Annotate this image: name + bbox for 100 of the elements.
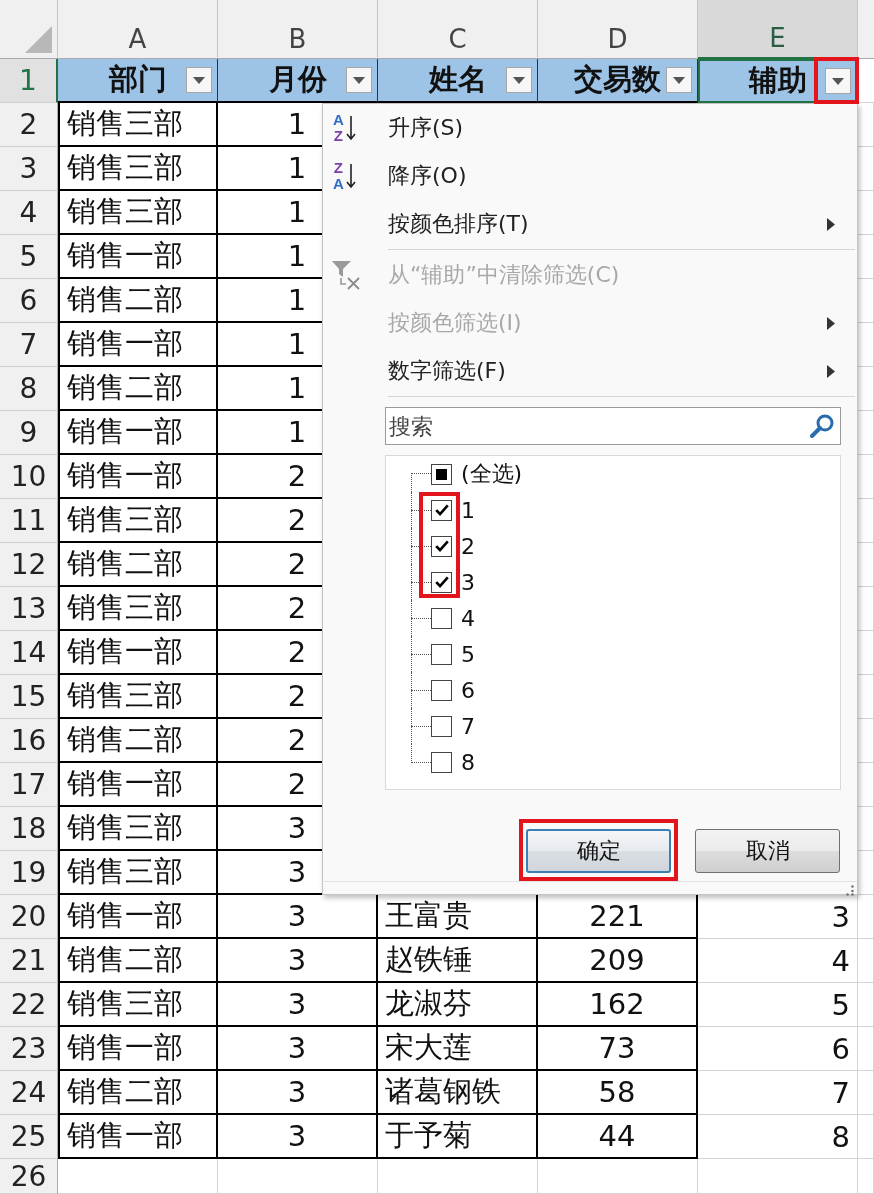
table-cell: 6 xyxy=(698,1027,858,1071)
row-header[interactable]: 21 xyxy=(0,939,58,983)
checkbox-label[interactable]: 7 xyxy=(461,713,475,739)
table-cell: 销售一部 xyxy=(58,763,218,807)
row-header[interactable]: 10 xyxy=(0,455,58,499)
checkbox-label[interactable]: (全选) xyxy=(461,459,523,489)
row-header[interactable]: 4 xyxy=(0,191,58,235)
row-header[interactable]: 13 xyxy=(0,587,58,631)
row-header[interactable]: 7 xyxy=(0,323,58,367)
table-cell: 7 xyxy=(698,1071,858,1115)
table-cell xyxy=(858,983,874,1027)
header-text: 姓名 xyxy=(428,61,487,98)
header-cell[interactable]: 辅助 xyxy=(698,59,858,103)
table-cell: 209 xyxy=(538,939,698,983)
table-cell: 销售一部 xyxy=(58,235,218,279)
row-header[interactable]: 15 xyxy=(0,675,58,719)
row-header[interactable]: 8 xyxy=(0,367,58,411)
row-header[interactable]: 19 xyxy=(0,851,58,895)
table-cell: 龙淑芬 xyxy=(378,983,538,1027)
row-header[interactable]: 11 xyxy=(0,499,58,543)
filled-square-icon xyxy=(436,468,447,480)
row-header[interactable]: 1 xyxy=(0,59,58,103)
filter-dropdown-button[interactable] xyxy=(186,67,212,93)
row-header[interactable]: 24 xyxy=(0,1071,58,1115)
checkbox[interactable] xyxy=(431,535,452,557)
table-cell: 162 xyxy=(538,983,698,1027)
checkbox[interactable] xyxy=(431,607,452,629)
header-cell[interactable]: 姓名 xyxy=(378,59,538,103)
table-cell: 销售二部 xyxy=(58,543,218,587)
caret-down-icon xyxy=(193,76,205,84)
checkbox[interactable] xyxy=(431,715,452,737)
search-field[interactable]: 搜索 xyxy=(385,407,841,445)
table-cell: 销售三部 xyxy=(58,675,218,719)
row-header[interactable]: 26 xyxy=(0,1159,58,1194)
filter-dropdown-button[interactable] xyxy=(346,67,372,93)
header-text: 月份 xyxy=(268,61,327,98)
table-cell xyxy=(858,1159,874,1194)
table-cell: 赵铁锤 xyxy=(378,939,538,983)
row-header[interactable]: 23 xyxy=(0,1027,58,1071)
checkbox[interactable] xyxy=(431,643,452,665)
checkbox[interactable] xyxy=(431,499,452,521)
filter-dropdown-button[interactable] xyxy=(825,68,851,94)
row-header[interactable]: 6 xyxy=(0,279,58,323)
filter-dropdown-button[interactable] xyxy=(506,67,532,93)
row-header[interactable]: 17 xyxy=(0,763,58,807)
column-header[interactable]: E xyxy=(698,0,858,59)
dialog-button[interactable]: 确定 xyxy=(526,829,671,873)
table-cell: 销售三部 xyxy=(58,103,218,147)
checkbox[interactable] xyxy=(431,463,452,485)
checkbox-label[interactable]: 5 xyxy=(461,641,475,667)
row-header[interactable]: 3 xyxy=(0,147,58,191)
row-header[interactable]: 20 xyxy=(0,895,58,939)
dialog-button[interactable]: 取消 xyxy=(695,829,840,873)
checkbox-label[interactable]: 4 xyxy=(461,605,475,631)
checkmark-icon xyxy=(434,504,449,516)
filter-dropdown-button[interactable] xyxy=(666,67,692,93)
table-cell: 销售一部 xyxy=(58,1115,218,1159)
column-header[interactable]: A xyxy=(58,0,218,59)
table-cell: 销售一部 xyxy=(58,323,218,367)
checkmark-icon xyxy=(434,540,449,552)
row-header[interactable]: 9 xyxy=(0,411,58,455)
checkbox[interactable] xyxy=(431,751,452,773)
table-cell: 销售三部 xyxy=(58,807,218,851)
row-header[interactable]: 2 xyxy=(0,103,58,147)
checkbox-label[interactable]: 6 xyxy=(461,677,475,703)
row-header[interactable]: 5 xyxy=(0,235,58,279)
table-cell: 销售一部 xyxy=(58,1027,218,1071)
table-cell xyxy=(858,895,874,939)
checkbox-label[interactable]: 3 xyxy=(461,569,475,595)
checkmark-icon xyxy=(434,576,449,588)
header-text: 交易数 xyxy=(574,61,661,98)
header-cell[interactable]: 月份 xyxy=(218,59,378,103)
table-cell: 73 xyxy=(538,1027,698,1071)
row-header[interactable]: 25 xyxy=(0,1115,58,1159)
column-header[interactable]: B xyxy=(218,0,378,59)
row-header[interactable]: 18 xyxy=(0,807,58,851)
header-cell[interactable]: 交易数 xyxy=(538,59,698,103)
table-cell: 销售二部 xyxy=(58,279,218,323)
table-cell: 3 xyxy=(218,1071,378,1115)
header-cell[interactable]: 部门 xyxy=(58,59,218,103)
table-cell: 44 xyxy=(538,1115,698,1159)
table-cell: 4 xyxy=(698,939,858,983)
checkbox[interactable] xyxy=(431,679,452,701)
row-header[interactable]: 22 xyxy=(0,983,58,1027)
checkbox-label[interactable]: 8 xyxy=(461,749,475,775)
checkbox-label[interactable]: 2 xyxy=(461,533,475,559)
column-header[interactable]: C xyxy=(378,0,538,59)
table-cell: 销售二部 xyxy=(58,719,218,763)
checkbox[interactable] xyxy=(431,571,452,593)
row-header[interactable]: 14 xyxy=(0,631,58,675)
table-cell: 销售三部 xyxy=(58,191,218,235)
resize-grip-icon[interactable] xyxy=(846,885,854,896)
table-cell: 销售一部 xyxy=(58,631,218,675)
checkbox-label[interactable]: 1 xyxy=(461,497,475,523)
row-header[interactable]: 16 xyxy=(0,719,58,763)
column-header[interactable]: D xyxy=(538,0,698,59)
row-header[interactable]: 12 xyxy=(0,543,58,587)
table-cell: 销售三部 xyxy=(58,499,218,543)
table-cell xyxy=(858,1071,874,1115)
table-cell: 销售一部 xyxy=(58,895,218,939)
